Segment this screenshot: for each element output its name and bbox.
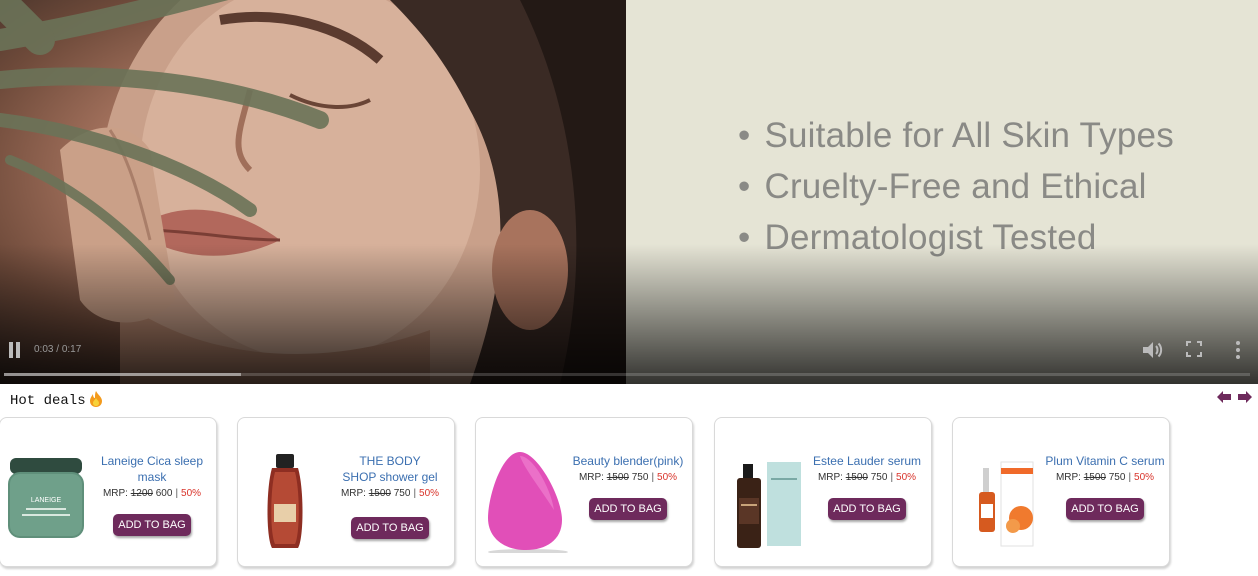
sale-price: 750 [1108,472,1126,483]
arrow-right-icon[interactable] [1237,390,1253,404]
more-options-icon[interactable] [1234,340,1242,360]
product-image [488,452,568,553]
add-to-bag-button[interactable]: ADD TO BAG [113,514,191,536]
product-image: LANEIGE [8,458,84,538]
fire-icon [90,391,102,407]
mrp-value: 1500 [368,488,391,499]
mrp-label: MRP: [1055,472,1081,483]
progress-fill [4,373,241,376]
sale-price: 750 [870,472,888,483]
fullscreen-icon[interactable] [1186,341,1202,357]
product-card[interactable]: LANEIGE Laneige Cica sleep mask MRP: 120… [0,417,217,567]
product-name[interactable]: Beauty blender(pink) [566,453,690,469]
video-controls: 0:03 / 0:17 [0,324,1258,384]
discount-badge: 50% [1134,472,1155,483]
mrp-value: 1500 [606,472,629,483]
time-display: 0:03 / 0:17 [34,344,82,355]
product-image [737,462,801,548]
discount-badge: 50% [896,472,917,483]
add-to-bag-button[interactable]: ADD TO BAG [1066,498,1144,520]
pause-icon[interactable] [8,342,22,358]
product-image [979,461,1034,547]
discount-badge: 50% [419,488,440,499]
product-price: MRP: 1500 750 | 50% [340,488,440,499]
hot-deals-header: Hot deals [0,384,1258,416]
product-name[interactable]: Plum Vitamin C serum [1043,453,1167,469]
time-total: 0:17 [61,344,82,355]
add-to-bag-button[interactable]: ADD TO BAG [828,498,906,520]
mrp-label: MRP: [340,488,366,499]
product-name[interactable]: Estee Lauder serum [805,453,929,469]
promo-video[interactable]: Suitable for All Skin Types Cruelty-Free… [0,0,1258,384]
volume-icon[interactable] [1141,340,1163,360]
feature-item: Suitable for All Skin Types [738,110,1174,161]
progress-bar[interactable] [4,373,1250,376]
mrp-label: MRP: [102,488,128,499]
product-card[interactable]: Plum Vitamin C serum MRP: 1500 750 | 50% A… [952,417,1170,567]
discount-badge: 50% [657,472,678,483]
time-current: 0:03 [34,344,54,355]
discount-badge: 50% [181,488,202,499]
mrp-value: 1500 [845,472,868,483]
mrp-value: 1200 [130,488,153,499]
product-price: MRP: 1200 600 | 50% [102,488,202,499]
product-price: MRP: 1500 750 | 50% [1055,472,1155,483]
product-price: MRP: 1500 750 | 50% [817,472,917,483]
product-name[interactable]: Laneige Cica sleep mask [90,453,214,485]
mrp-label: MRP: [817,472,843,483]
product-card[interactable]: THE BODY SHOP shower gel MRP: 1500 750 | 5… [237,417,455,567]
product-image [267,454,303,548]
feature-item: Cruelty-Free and Ethical [738,161,1174,212]
product-name[interactable]: THE BODY SHOP shower gel [328,453,452,485]
add-to-bag-button[interactable]: ADD TO BAG [589,498,667,520]
feature-list: Suitable for All Skin Types Cruelty-Free… [738,110,1174,263]
product-card[interactable]: Estee Lauder serum MRP: 1500 750 | 50% ADD… [714,417,932,567]
mrp-label: MRP: [578,472,604,483]
section-title: Hot deals [10,393,86,409]
mrp-value: 1500 [1083,472,1106,483]
product-card[interactable]: Beauty blender(pink) MRP: 1500 750 | 50% A… [475,417,693,567]
add-to-bag-button[interactable]: ADD TO BAG [351,517,429,539]
arrow-left-icon[interactable] [1216,390,1232,404]
sale-price: 750 [393,488,411,499]
sale-price: 750 [631,472,649,483]
sale-price: 600 [155,488,173,499]
product-price: MRP: 1500 750 | 50% [578,472,678,483]
svg-text:LANEIGE: LANEIGE [31,497,62,504]
product-carousel: LANEIGE Laneige Cica sleep mask MRP: 120… [0,416,1258,576]
